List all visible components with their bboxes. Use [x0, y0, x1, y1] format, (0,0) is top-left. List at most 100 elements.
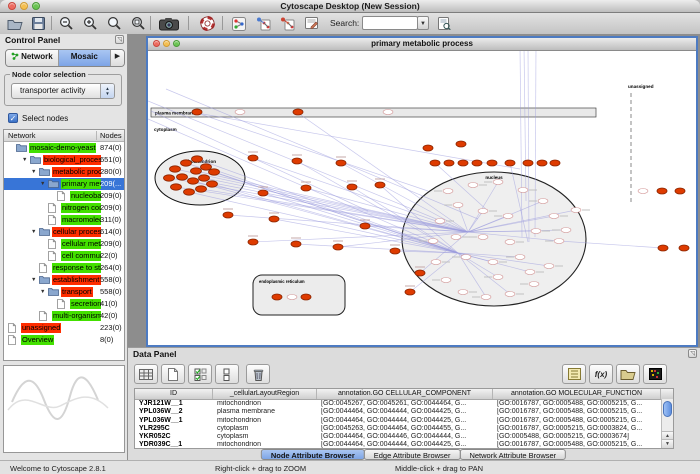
tab-node-attribute-browser[interactable]: Node Attribute Browser — [261, 449, 365, 460]
attribute-grid-icon[interactable] — [134, 364, 158, 384]
network-node-selected[interactable] — [248, 155, 258, 161]
network-node[interactable] — [488, 260, 498, 265]
tab-edge-attribute-browser[interactable]: Edge Attribute Browser — [364, 449, 461, 460]
network-node-selected[interactable] — [423, 145, 433, 151]
network-node[interactable] — [554, 239, 564, 244]
network-node-selected[interactable] — [658, 245, 668, 251]
network-node-selected[interactable] — [360, 223, 370, 229]
tree-row[interactable]: macromolecule311(0) — [4, 214, 124, 226]
network-node-selected[interactable] — [537, 160, 547, 166]
tree-row[interactable]: multi-organism pro42(0) — [4, 310, 124, 322]
expander-icon[interactable]: ▼ — [31, 226, 36, 238]
tree-row[interactable]: cellular metabo209(0) — [4, 238, 124, 250]
network-node[interactable] — [478, 235, 488, 240]
network-node-selected[interactable] — [405, 289, 415, 295]
network-node-selected[interactable] — [675, 188, 685, 194]
minimize-button[interactable] — [20, 2, 28, 10]
network-node-selected[interactable] — [272, 294, 282, 300]
network-node-selected[interactable] — [390, 248, 400, 254]
network-node-selected[interactable] — [184, 189, 195, 195]
zoom-fit-icon[interactable] — [103, 14, 125, 33]
network-node-selected[interactable] — [550, 160, 560, 166]
network-node-selected[interactable] — [170, 166, 181, 172]
attribute-matrix-icon[interactable] — [643, 364, 667, 384]
zoom-selected-icon[interactable] — [127, 14, 149, 33]
expander-icon[interactable]: ▼ — [22, 154, 27, 166]
network-node-selected[interactable] — [472, 160, 482, 166]
network-node-selected[interactable] — [188, 178, 199, 184]
network-node[interactable] — [468, 183, 478, 188]
expander-icon[interactable]: ▼ — [31, 166, 36, 178]
network-node[interactable] — [441, 278, 451, 283]
network-node[interactable] — [235, 110, 245, 115]
tab-network-attribute-browser[interactable]: Network Attribute Browser — [459, 449, 566, 460]
function-builder-icon[interactable]: f(x) — [589, 364, 613, 384]
network-canvas[interactable]: plasma membrane cytoplasm mitochondrion … — [148, 51, 696, 345]
net-close-button[interactable] — [153, 40, 160, 47]
network-node-selected[interactable] — [456, 141, 466, 147]
network-node-selected[interactable] — [347, 184, 357, 190]
layout-blue-icon[interactable] — [252, 14, 274, 33]
expander-icon[interactable]: ▼ — [40, 178, 45, 190]
new-attribute-icon[interactable] — [161, 364, 185, 384]
col-cellular-layout-region[interactable]: _cellularLayoutRegion — [213, 389, 317, 399]
layout-red-icon[interactable] — [276, 14, 298, 33]
network-overview-icon[interactable] — [228, 14, 250, 33]
network-node-selected[interactable] — [223, 212, 233, 218]
table-scrollbar-thumb[interactable] — [663, 401, 672, 417]
network-node[interactable] — [531, 229, 541, 234]
network-node-selected[interactable] — [258, 190, 268, 196]
table-row[interactable]: YKR052Ccytoplasm[GO:0044464, GO:0044446,… — [135, 433, 673, 441]
tab-mosaic[interactable]: Mosaic — [59, 50, 112, 66]
tree-row[interactable]: ▼transport558(0) — [4, 286, 124, 298]
network-node-selected[interactable] — [191, 168, 202, 174]
network-node[interactable] — [451, 235, 461, 240]
network-node-selected[interactable] — [171, 184, 182, 190]
network-node-selected[interactable] — [248, 239, 258, 245]
table-row[interactable]: YLR295Ccytoplasm[GO:0045263, GO:0044464,… — [135, 425, 673, 433]
network-node[interactable] — [571, 208, 581, 213]
network-tree-header[interactable]: Network Nodes — [4, 130, 124, 142]
network-node-selected[interactable] — [192, 156, 203, 162]
network-node[interactable] — [561, 228, 571, 233]
network-node-selected[interactable] — [164, 175, 175, 181]
tab-network[interactable]: Network — [6, 50, 59, 66]
network-node[interactable] — [478, 209, 488, 214]
network-node-selected[interactable] — [207, 181, 218, 187]
network-node-selected[interactable] — [415, 270, 425, 276]
network-node[interactable] — [493, 180, 503, 185]
network-node[interactable] — [549, 214, 559, 219]
network-node-selected[interactable] — [291, 241, 301, 247]
network-node-selected[interactable] — [181, 160, 192, 166]
data-panel-float-icon[interactable]: ◹ — [688, 349, 697, 358]
delete-attribute-trash-icon[interactable] — [246, 364, 270, 384]
network-node[interactable] — [481, 295, 491, 300]
tree-row[interactable]: nucleobase-209(0) — [4, 190, 124, 202]
tree-row[interactable]: cell communicat22(0) — [4, 250, 124, 262]
network-node[interactable] — [461, 255, 471, 260]
network-node-selected[interactable] — [199, 175, 210, 181]
tree-row[interactable]: nitrogen compo209(0) — [4, 202, 124, 214]
network-node-selected[interactable] — [679, 245, 689, 251]
import-attributes-folder-icon[interactable] — [616, 364, 640, 384]
network-node[interactable] — [529, 282, 539, 287]
attribute-table-header[interactable]: ID _cellularLayoutRegion annotation.GO C… — [135, 389, 673, 400]
attribute-table[interactable]: ID _cellularLayoutRegion annotation.GO C… — [134, 388, 674, 449]
network-node-selected[interactable] — [293, 109, 303, 115]
tree-row[interactable]: Overview8(0) — [4, 334, 124, 346]
net-minimize-button[interactable] — [163, 40, 170, 47]
zoom-window-button[interactable] — [32, 2, 40, 10]
network-node-selected[interactable] — [196, 186, 207, 192]
network-node-selected[interactable] — [301, 185, 311, 191]
tree-row[interactable]: mosaic-demo-yeast874(0) — [4, 142, 124, 154]
network-node[interactable] — [428, 239, 438, 244]
tree-row[interactable]: unassigned223(0) — [4, 322, 124, 334]
network-node[interactable] — [493, 275, 503, 280]
network-node-selected[interactable] — [505, 160, 515, 166]
network-node-selected[interactable] — [657, 188, 667, 194]
table-row[interactable]: YPL036W__2plasma membrane[GO:0044464, GO… — [135, 408, 673, 416]
network-node[interactable] — [431, 260, 441, 265]
table-row[interactable]: YPL036W__1mitochondrion[GO:0044464, GO:0… — [135, 417, 673, 425]
network-node-selected[interactable] — [487, 160, 497, 166]
network-node[interactable] — [443, 189, 453, 194]
